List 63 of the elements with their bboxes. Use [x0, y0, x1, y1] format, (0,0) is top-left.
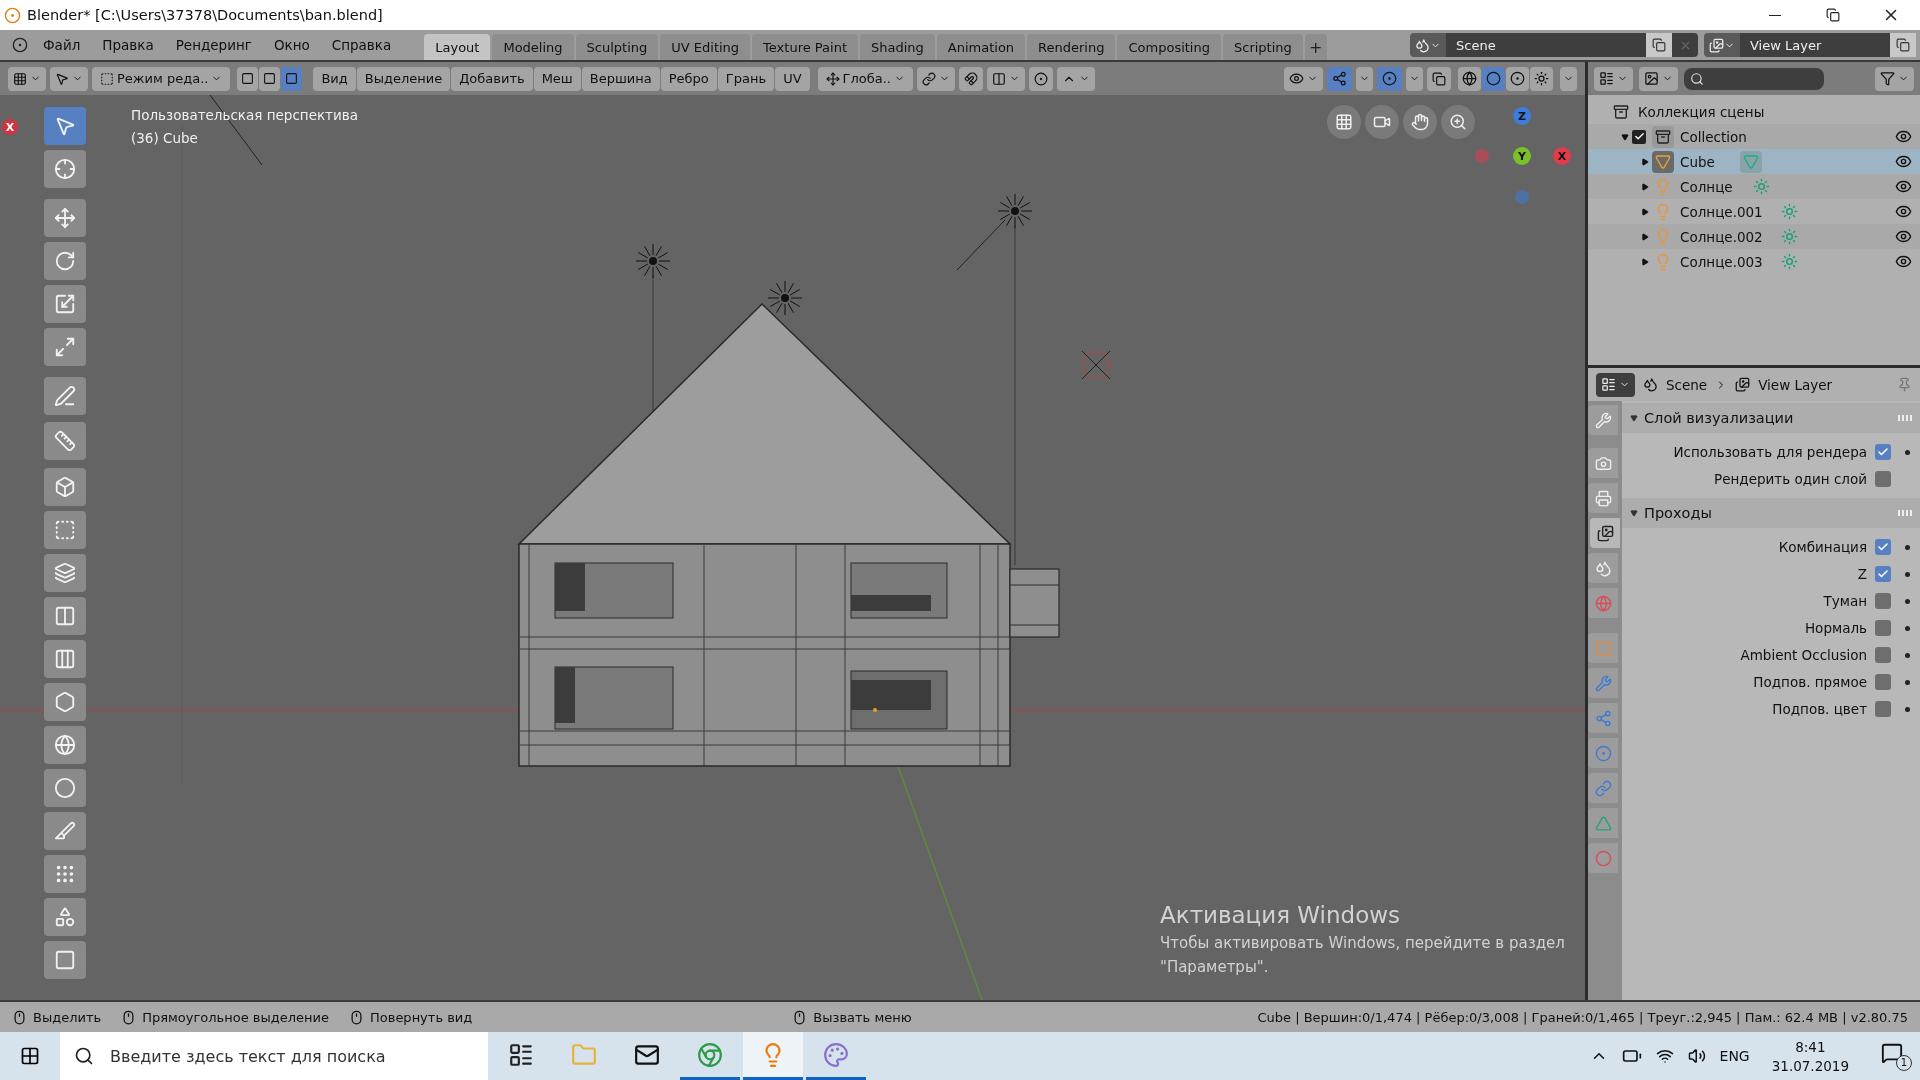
property-label: Нормаль: [1804, 620, 1867, 636]
property-label: Комбинация: [1778, 539, 1867, 555]
workspace-tab[interactable]: Compositing: [1117, 34, 1221, 60]
outliner-row[interactable]: Collection: [1588, 124, 1920, 149]
z-axis-gizmo[interactable]: Z: [1513, 107, 1531, 125]
clock[interactable]: 8:41 31.07.2019: [1771, 1038, 1849, 1074]
workspace-tab[interactable]: Rendering: [1027, 34, 1116, 60]
status-hint: Вызвать меню: [813, 1009, 912, 1025]
property-label: Подпов. прямое: [1753, 674, 1867, 690]
header-menu[interactable]: Добавить: [451, 66, 533, 91]
workspace-tab[interactable]: Scripting: [1223, 34, 1303, 60]
menu-item[interactable]: Справка: [320, 30, 403, 60]
panel-header[interactable]: Слой визуализации: [1622, 403, 1920, 433]
status-hint: Выделить: [33, 1009, 102, 1025]
breadcrumb-item[interactable]: Scene: [1666, 376, 1708, 393]
activation-title: Активация Windows: [1160, 902, 1402, 928]
workspace-tab[interactable]: Sculpting: [575, 34, 659, 60]
property-label: Рендерить один слой: [1714, 471, 1867, 487]
window-title: Blender* [C:\Users\37378\Documents\ban.blend]: [27, 7, 384, 23]
status-hint: Прямоугольное выделение: [142, 1009, 329, 1025]
header-menu[interactable]: Грань: [717, 66, 775, 91]
workspace-tab[interactable]: Modeling: [492, 34, 574, 60]
workspace-tab[interactable]: Animation: [936, 34, 1026, 60]
menu-item[interactable]: Правка: [91, 30, 165, 60]
status-hint: Повернуть вид: [370, 1009, 473, 1025]
header-menu[interactable]: Выделение: [356, 66, 451, 91]
property-label: Использовать для рендера: [1673, 444, 1867, 460]
object-info: (36) Cube: [131, 130, 199, 146]
workspace-tab[interactable]: Shading: [860, 34, 935, 60]
property-label: Ambient Occlusion: [1740, 647, 1867, 663]
orientation-dropdown[interactable]: Глоба..: [817, 66, 913, 91]
header-menu[interactable]: Вид: [313, 66, 356, 91]
menu-item[interactable]: Окно: [262, 30, 321, 60]
workspace-tab[interactable]: Layout: [424, 34, 491, 60]
outliner-row[interactable]: Солнце: [1588, 174, 1920, 199]
x-axis-gizmo[interactable]: X: [1553, 147, 1571, 165]
language-indicator[interactable]: ENG: [1719, 1048, 1750, 1064]
add-workspace-button[interactable]: +: [1304, 34, 1327, 60]
property-label: Подпов. цвет: [1772, 701, 1867, 717]
notifications-button[interactable]: 1: [1881, 1041, 1912, 1071]
menu-item[interactable]: Рендеринг: [164, 30, 263, 60]
property-label: Туман: [1823, 593, 1867, 609]
view-name: Пользовательская перспектива: [131, 107, 358, 123]
scene-statistics: Cube | Вершин:0/1,474 | Рёбер:0/3,008 | Граней:0/1,465 | Треуг.:2,945 | Пам.: 62.4 MB | v2.80.75: [1257, 1009, 1908, 1025]
header-menu[interactable]: Ребро: [660, 66, 717, 91]
header-menu[interactable]: Меш: [533, 66, 581, 91]
outliner-row[interactable]: Солнце.002: [1588, 224, 1920, 249]
y-axis-gizmo[interactable]: Y: [1513, 147, 1531, 165]
header-menu[interactable]: UV: [775, 66, 810, 91]
menu-item[interactable]: Файл: [32, 30, 92, 60]
view-layer-name-field[interactable]: View Layer: [1740, 33, 1890, 57]
scene-name-field[interactable]: Scene: [1446, 33, 1646, 57]
header-menu[interactable]: Вершина: [581, 66, 660, 91]
property-label: Z: [1857, 566, 1867, 582]
mode-dropdown[interactable]: Режим реда..: [92, 66, 231, 91]
axis-label: X: [2, 119, 18, 135]
panel-header[interactable]: Проходы: [1622, 498, 1920, 528]
breadcrumb-item[interactable]: View Layer: [1758, 376, 1833, 393]
taskbar-search-field[interactable]: Введите здесь текст для поиска: [60, 1032, 488, 1080]
workspace-tab[interactable]: UV Editing: [660, 34, 751, 60]
activation-text: Чтобы активировать Windows, перейдите в раздел: [1160, 934, 1565, 952]
workspace-tab[interactable]: Texture Paint: [752, 34, 858, 60]
outliner-row[interactable]: Cube: [1588, 149, 1920, 174]
